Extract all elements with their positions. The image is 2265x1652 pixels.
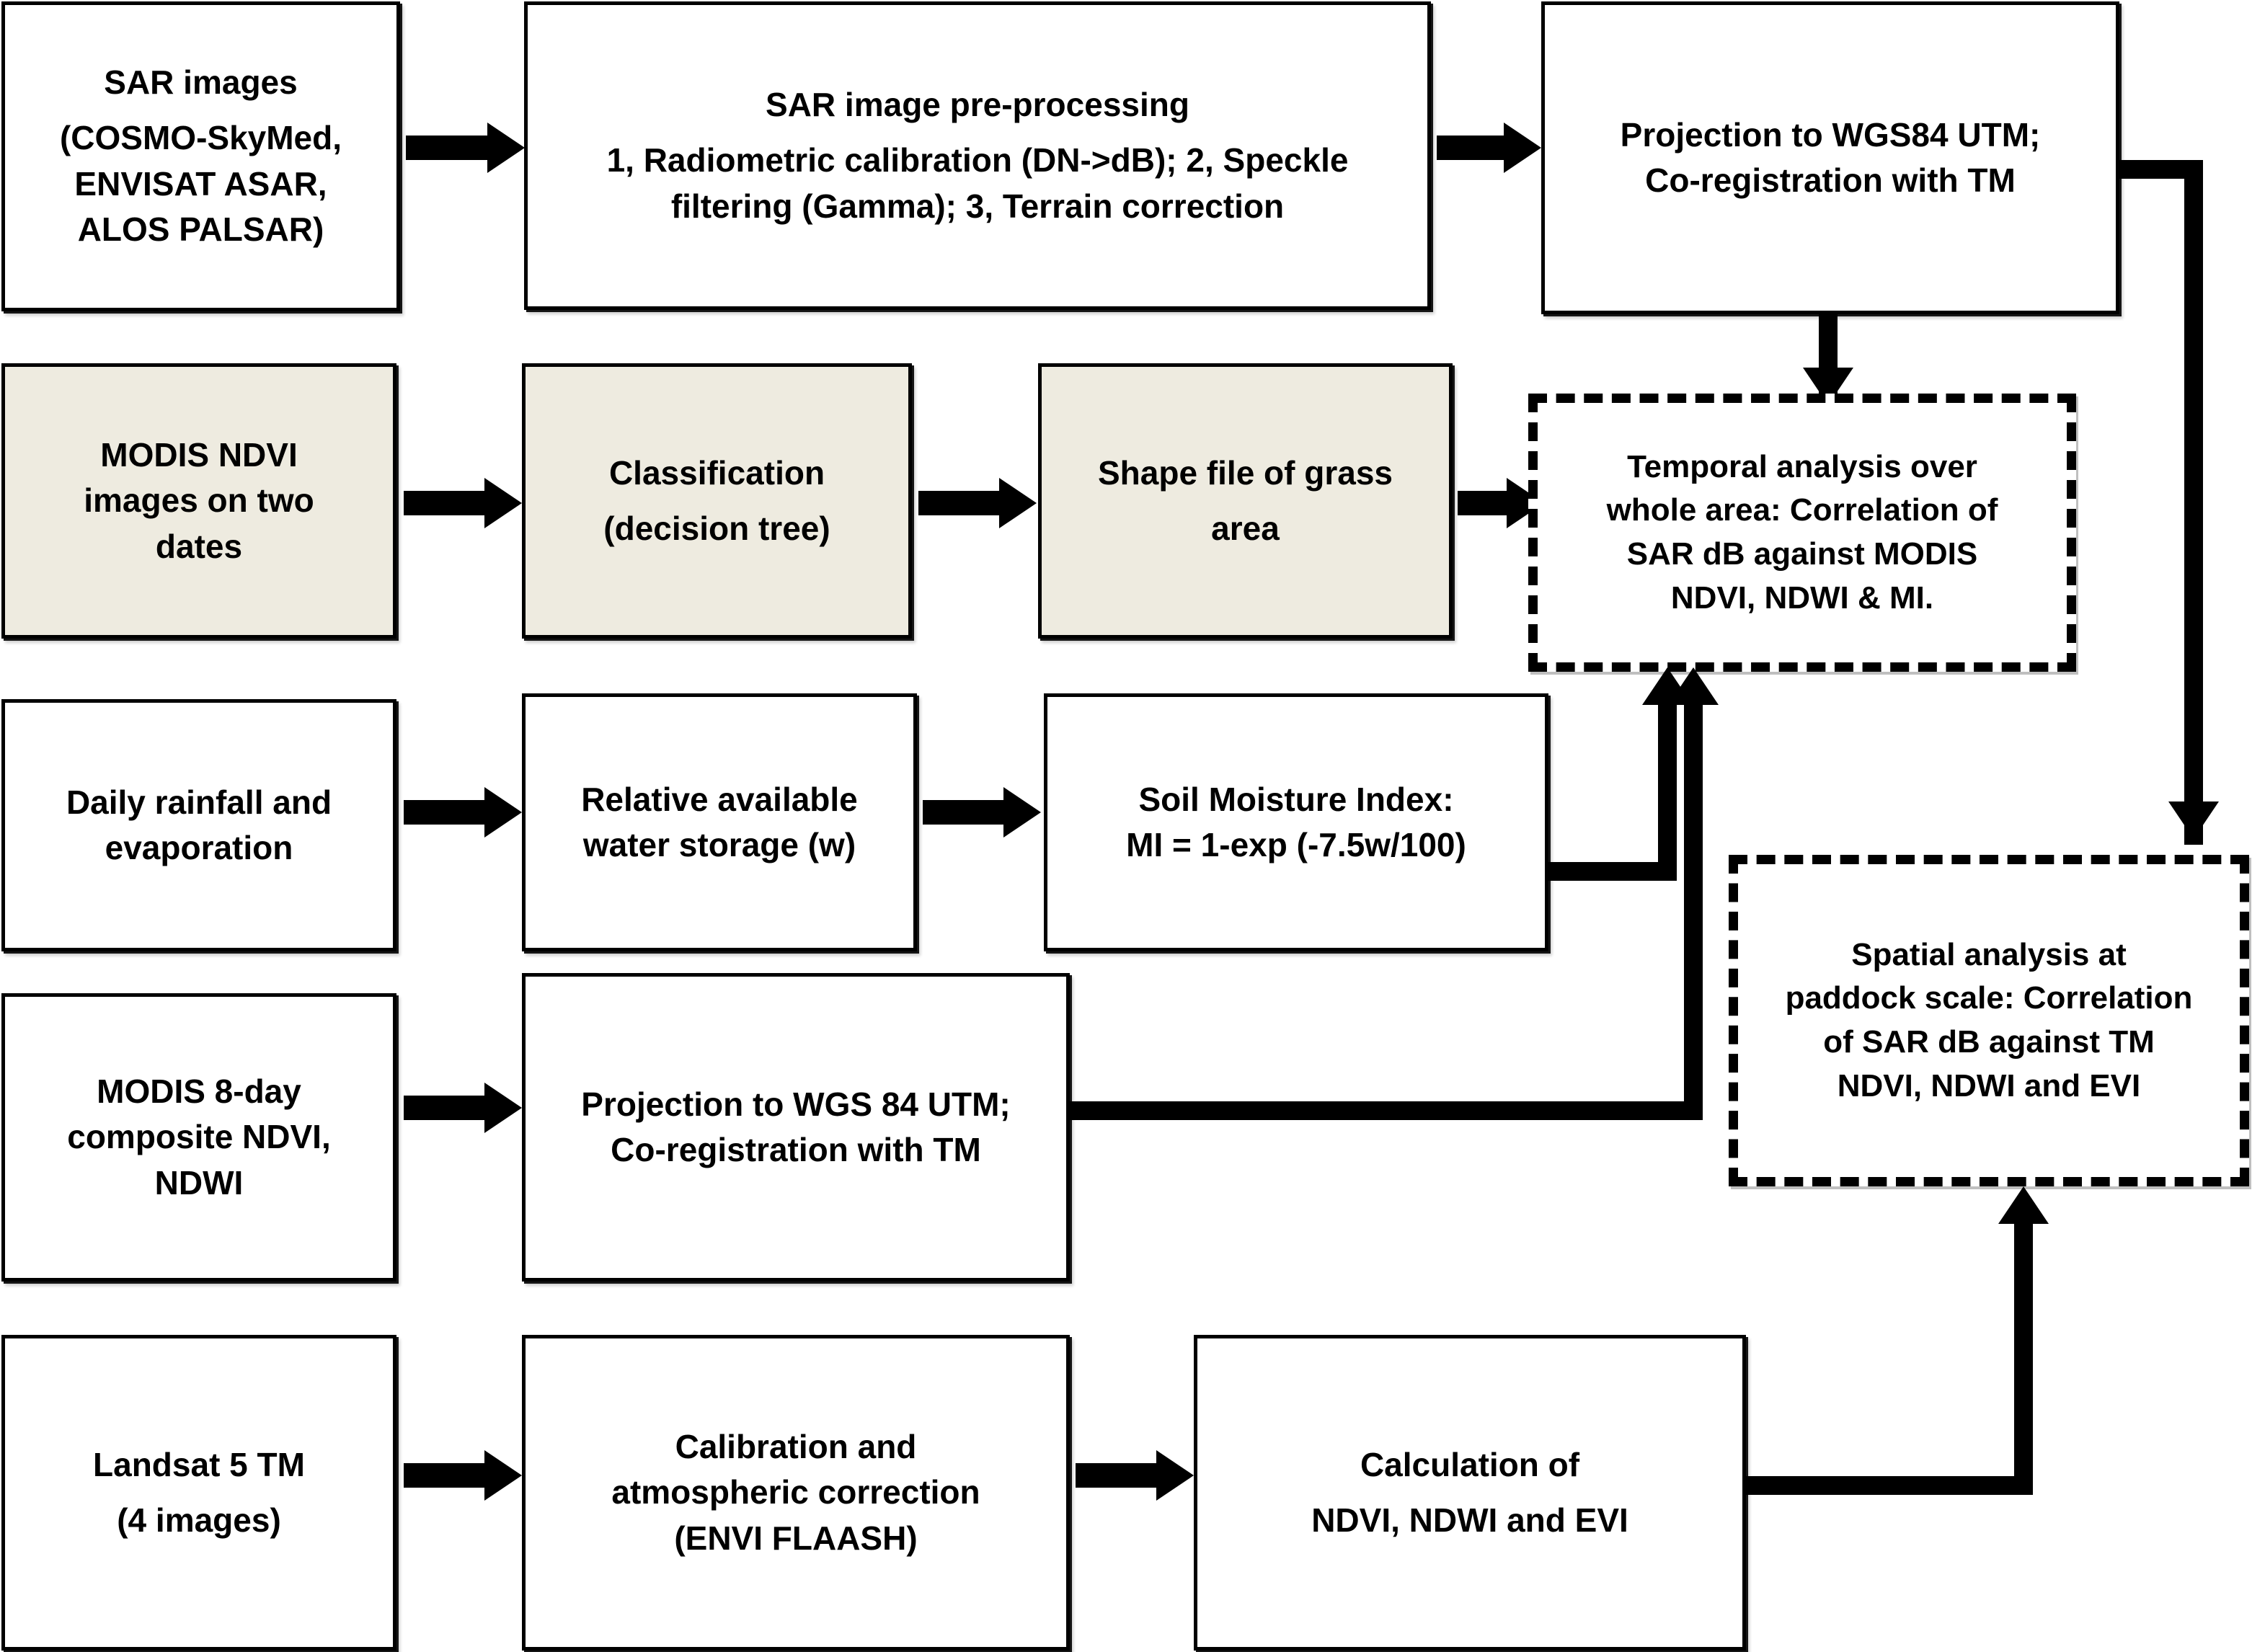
- calibration-atmos-line-1: Calibration and: [675, 1427, 917, 1465]
- sar-images-line-2: (COSMO-SkyMed,: [59, 119, 342, 157]
- node-daily-rainfall[interactable]: Daily rainfall and evaporation: [1, 699, 396, 951]
- node-calculation-indices[interactable]: Calculation of NDVI, NDWI and EVI: [1194, 1335, 1746, 1651]
- temporal-analysis-line-2: whole area: Correlation of: [1606, 492, 1998, 528]
- shape-file-grass-line-1: Shape file of grass: [1097, 453, 1393, 492]
- arrowhead-calibration-to-calculation: [1156, 1450, 1194, 1501]
- arrowhead-modis-ndvi-to-classification: [484, 478, 522, 528]
- sar-images-line-1: SAR images: [104, 63, 298, 102]
- connector-classification-to-shape-file: [918, 491, 1005, 515]
- connector-landsat-to-calibration: [404, 1463, 490, 1488]
- arrowhead-calculation-to-spatial: [1998, 1186, 2049, 1224]
- connector-modis-8day-to-projection: [404, 1096, 490, 1120]
- node-projection-modis[interactable]: Projection to WGS 84 UTM; Co-registratio…: [522, 973, 1070, 1282]
- connector-projection-sar-to-spatial-vertical: [2184, 160, 2203, 845]
- calibration-atmos-line-3: (ENVI FLAASH): [674, 1519, 918, 1557]
- daily-rainfall-line-1: Daily rainfall and: [66, 783, 332, 821]
- arrowhead-projection-modis-to-temporal: [1668, 667, 1719, 705]
- modis-ndvi-two-dates-line-3: dates: [155, 527, 243, 565]
- arrowhead-modis-8day-to-projection: [484, 1083, 522, 1133]
- arrowhead-preprocessing-to-projection: [1504, 123, 1541, 173]
- node-sar-preprocessing[interactable]: SAR image pre-processing 1, Radiometric …: [524, 1, 1431, 310]
- daily-rainfall-line-2: evaporation: [105, 829, 293, 866]
- projection-modis-line-1: Projection to WGS 84 UTM;: [581, 1085, 1011, 1123]
- sar-preprocessing-line-2: 1, Radiometric calibration (DN->dB); 2, …: [606, 141, 1349, 179]
- spatial-analysis-line-3: of SAR dB against TM: [1823, 1024, 2155, 1060]
- classification-line-1: Classification: [608, 453, 825, 492]
- modis-8day-line-3: NDWI: [154, 1163, 244, 1202]
- modis-8day-line-1: MODIS 8-day: [97, 1072, 301, 1110]
- classification-line-2: (decision tree): [603, 509, 830, 547]
- flowchart-canvas: SAR images (COSMO-SkyMed, ENVISAT ASAR, …: [0, 0, 2265, 1652]
- connector-preprocessing-to-projection: [1437, 136, 1512, 160]
- connector-rainfall-to-water-storage: [404, 800, 490, 825]
- connector-calculation-to-spatial-vertical: [2014, 1222, 2033, 1495]
- temporal-analysis-line-1: Temporal analysis over: [1627, 448, 1977, 484]
- node-sar-images[interactable]: SAR images (COSMO-SkyMed, ENVISAT ASAR, …: [1, 1, 400, 311]
- calculation-indices-line-2: NDVI, NDWI and EVI: [1311, 1501, 1628, 1539]
- connector-soil-moisture-to-temporal-vertical: [1658, 703, 1677, 881]
- node-soil-moisture-index[interactable]: Soil Moisture Index: MI = 1-exp (-7.5w/1…: [1044, 693, 1548, 951]
- spatial-analysis-line-4: NDVI, NDWI and EVI: [1837, 1067, 2141, 1103]
- node-modis-8day[interactable]: MODIS 8-day composite NDVI, NDWI: [1, 993, 396, 1282]
- connector-soil-moisture-to-temporal-horizontal: [1547, 862, 1677, 881]
- projection-sar-line-1: Projection to WGS84 UTM;: [1620, 115, 2041, 154]
- temporal-analysis-line-4: NDVI, NDWI & MI.: [1670, 579, 1934, 616]
- modis-ndvi-two-dates-line-2: images on two: [84, 481, 314, 520]
- calculation-indices-line-1: Calculation of: [1360, 1445, 1580, 1483]
- connector-calculation-to-spatial-horizontal: [1745, 1476, 2033, 1495]
- connector-calibration-to-calculation: [1076, 1463, 1162, 1488]
- soil-moisture-index-line-1: Soil Moisture Index:: [1138, 780, 1454, 818]
- water-storage-line-2: water storage (w): [582, 826, 856, 863]
- node-calibration-atmos[interactable]: Calibration and atmospheric correction (…: [522, 1335, 1070, 1651]
- connector-sar-images-to-preprocessing: [406, 136, 492, 160]
- connector-water-storage-to-soil-moisture: [923, 800, 1009, 825]
- sar-images-line-3: ENVISAT ASAR,: [74, 164, 327, 203]
- calibration-atmos-line-2: atmospheric correction: [611, 1473, 980, 1511]
- sar-preprocessing-line-3: filtering (Gamma); 3, Terrain correction: [670, 187, 1285, 225]
- modis-8day-line-2: composite NDVI,: [67, 1118, 331, 1156]
- soil-moisture-index-line-2: MI = 1-exp (-7.5w/100): [1126, 826, 1466, 863]
- landsat5-tm-line-1: Landsat 5 TM: [93, 1445, 305, 1483]
- node-spatial-analysis[interactable]: Spatial analysis at paddock scale: Corre…: [1729, 855, 2249, 1186]
- arrowhead-rainfall-to-water-storage: [484, 787, 522, 838]
- connector-projection-modis-to-temporal-vertical: [1684, 703, 1703, 1120]
- arrowhead-water-storage-to-soil-moisture: [1003, 787, 1041, 838]
- node-temporal-analysis[interactable]: Temporal analysis over whole area: Corre…: [1528, 394, 2076, 672]
- node-projection-sar[interactable]: Projection to WGS84 UTM; Co-registration…: [1541, 1, 2119, 314]
- modis-ndvi-two-dates-line-1: MODIS NDVI: [100, 435, 298, 474]
- sar-images-line-4: ALOS PALSAR): [77, 210, 324, 249]
- shape-file-grass-line-2: area: [1211, 509, 1280, 547]
- node-classification[interactable]: Classification (decision tree): [522, 363, 912, 639]
- spatial-analysis-line-1: Spatial analysis at: [1851, 936, 2127, 972]
- projection-modis-line-2: Co-registration with TM: [611, 1131, 981, 1168]
- connector-modis-ndvi-to-classification: [404, 491, 490, 515]
- arrowhead-landsat-to-calibration: [484, 1450, 522, 1501]
- node-water-storage[interactable]: Relative available water storage (w): [522, 693, 917, 951]
- spatial-analysis-line-2: paddock scale: Correlation: [1785, 980, 2193, 1016]
- temporal-analysis-line-3: SAR dB against MODIS: [1626, 536, 1978, 572]
- node-modis-ndvi-two-dates[interactable]: MODIS NDVI images on two dates: [1, 363, 396, 639]
- node-landsat5-tm[interactable]: Landsat 5 TM (4 images): [1, 1335, 396, 1651]
- node-shape-file-grass[interactable]: Shape file of grass area: [1038, 363, 1453, 639]
- projection-sar-line-2: Co-registration with TM: [1645, 161, 2016, 199]
- water-storage-line-1: Relative available: [581, 780, 858, 818]
- arrowhead-projection-sar-to-spatial: [2168, 801, 2219, 839]
- landsat5-tm-line-2: (4 images): [117, 1501, 281, 1539]
- arrowhead-sar-images-to-preprocessing: [487, 123, 525, 173]
- arrowhead-classification-to-shape-file: [999, 478, 1037, 528]
- sar-preprocessing-line-1: SAR image pre-processing: [766, 86, 1189, 123]
- connector-projection-modis-to-temporal-horizontal: [1068, 1101, 1703, 1120]
